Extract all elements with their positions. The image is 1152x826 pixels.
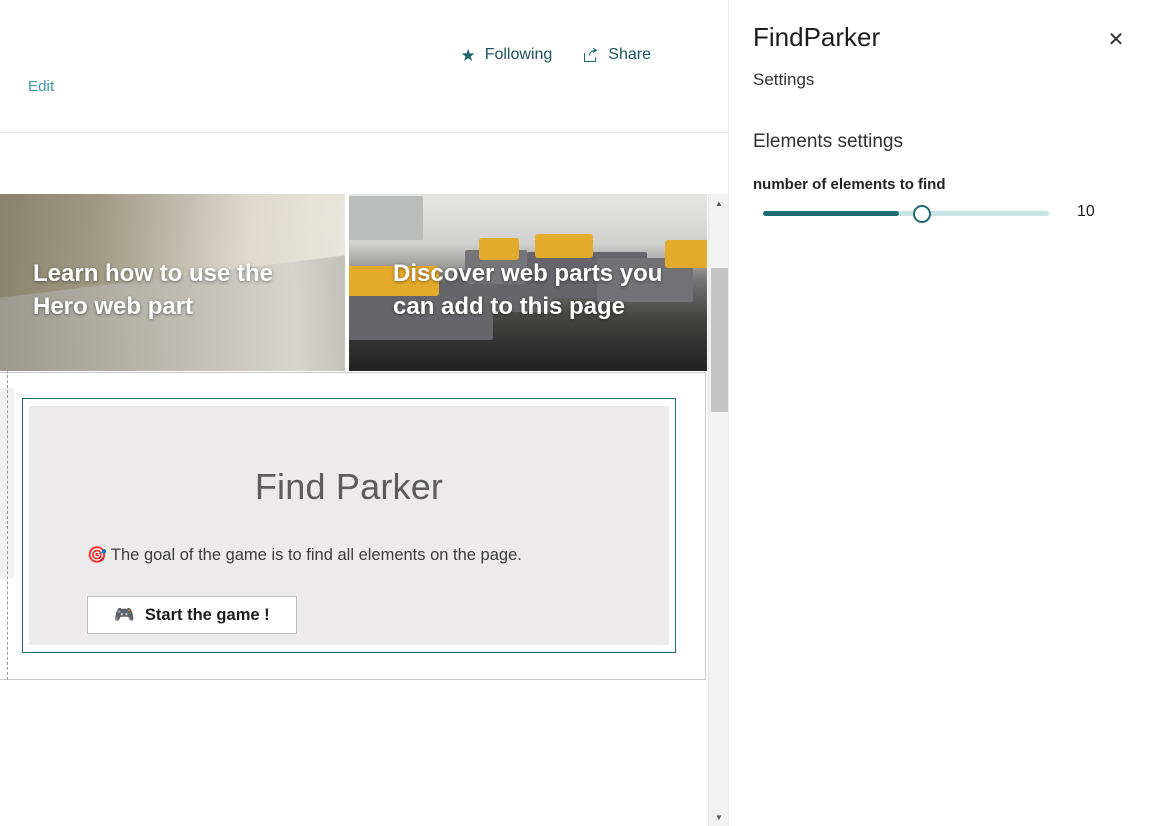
start-game-label: Start the game ! bbox=[144, 605, 270, 624]
scrollbar-thumb[interactable] bbox=[711, 268, 728, 412]
hero-tile-2-title: Discover web parts you can add to this p… bbox=[393, 259, 663, 320]
findparker-description: 🎯 The goal of the game is to find all ele… bbox=[87, 544, 557, 568]
page-area: Edit ★ Following Share Learn how to use … bbox=[0, 0, 728, 826]
app-root: Edit ★ Following Share Learn how to use … bbox=[0, 0, 1152, 826]
command-bar: Edit ★ Following Share bbox=[0, 0, 728, 133]
hero-tile-1-title: Learn how to use the Hero web part bbox=[33, 259, 274, 320]
decor-shape bbox=[349, 196, 423, 240]
slider-value: 10 bbox=[1077, 203, 1095, 220]
following-label: Following bbox=[484, 46, 553, 63]
slider-label: number of elements to find bbox=[753, 176, 946, 193]
findparker-title: Find Parker bbox=[254, 466, 444, 507]
share-icon bbox=[582, 47, 599, 64]
scroll-up-arrow-icon[interactable]: ▲ bbox=[709, 194, 728, 212]
findparker-description-text: The goal of the game is to find all elem… bbox=[110, 546, 522, 564]
findparker-web-part[interactable]: Find Parker 🎯 The goal of the game is to … bbox=[22, 398, 676, 653]
share-button[interactable]: Share bbox=[582, 46, 651, 64]
edit-link[interactable]: Edit bbox=[28, 78, 54, 95]
hero-tile-1[interactable]: Learn how to use the Hero web part bbox=[0, 194, 345, 371]
page-scrollbar[interactable]: ▲ ▼ bbox=[708, 194, 728, 826]
following-button[interactable]: ★ Following bbox=[460, 46, 552, 64]
edit-toolbar: Saving Republish bbox=[0, 134, 728, 318]
panel-subtitle: Settings bbox=[753, 70, 815, 89]
property-panel: FindParker ✕ Settings Elements settings … bbox=[728, 0, 1152, 826]
panel-title: FindParker bbox=[753, 22, 881, 52]
direct-hit-emoji: 🎯 bbox=[87, 547, 107, 564]
star-icon: ★ bbox=[460, 45, 476, 65]
hero-web-part[interactable]: Learn how to use the Hero web part Disco… bbox=[0, 194, 707, 371]
findparker-body: Find Parker 🎯 The goal of the game is to … bbox=[29, 406, 669, 645]
game-controller-emoji: 🎮 bbox=[114, 605, 135, 624]
elements-count-slider[interactable]: 10 bbox=[753, 200, 1133, 230]
slider-fill bbox=[763, 211, 899, 216]
slider-thumb[interactable] bbox=[913, 205, 931, 223]
hero-tile-2[interactable]: Discover web parts you can add to this p… bbox=[349, 194, 707, 371]
page-canvas: Learn how to use the Hero web part Disco… bbox=[0, 194, 707, 684]
scroll-down-arrow-icon[interactable]: ▼ bbox=[709, 808, 728, 826]
command-bar-actions: ★ Following Share bbox=[460, 46, 651, 64]
close-icon[interactable]: ✕ bbox=[1100, 23, 1132, 55]
panel-group-title: Elements settings bbox=[753, 131, 903, 152]
share-label: Share bbox=[608, 46, 651, 63]
decor-shape bbox=[535, 234, 593, 258]
start-game-button[interactable]: 🎮 Start the game ! bbox=[87, 596, 297, 634]
section-boundary-dashes bbox=[7, 370, 8, 680]
